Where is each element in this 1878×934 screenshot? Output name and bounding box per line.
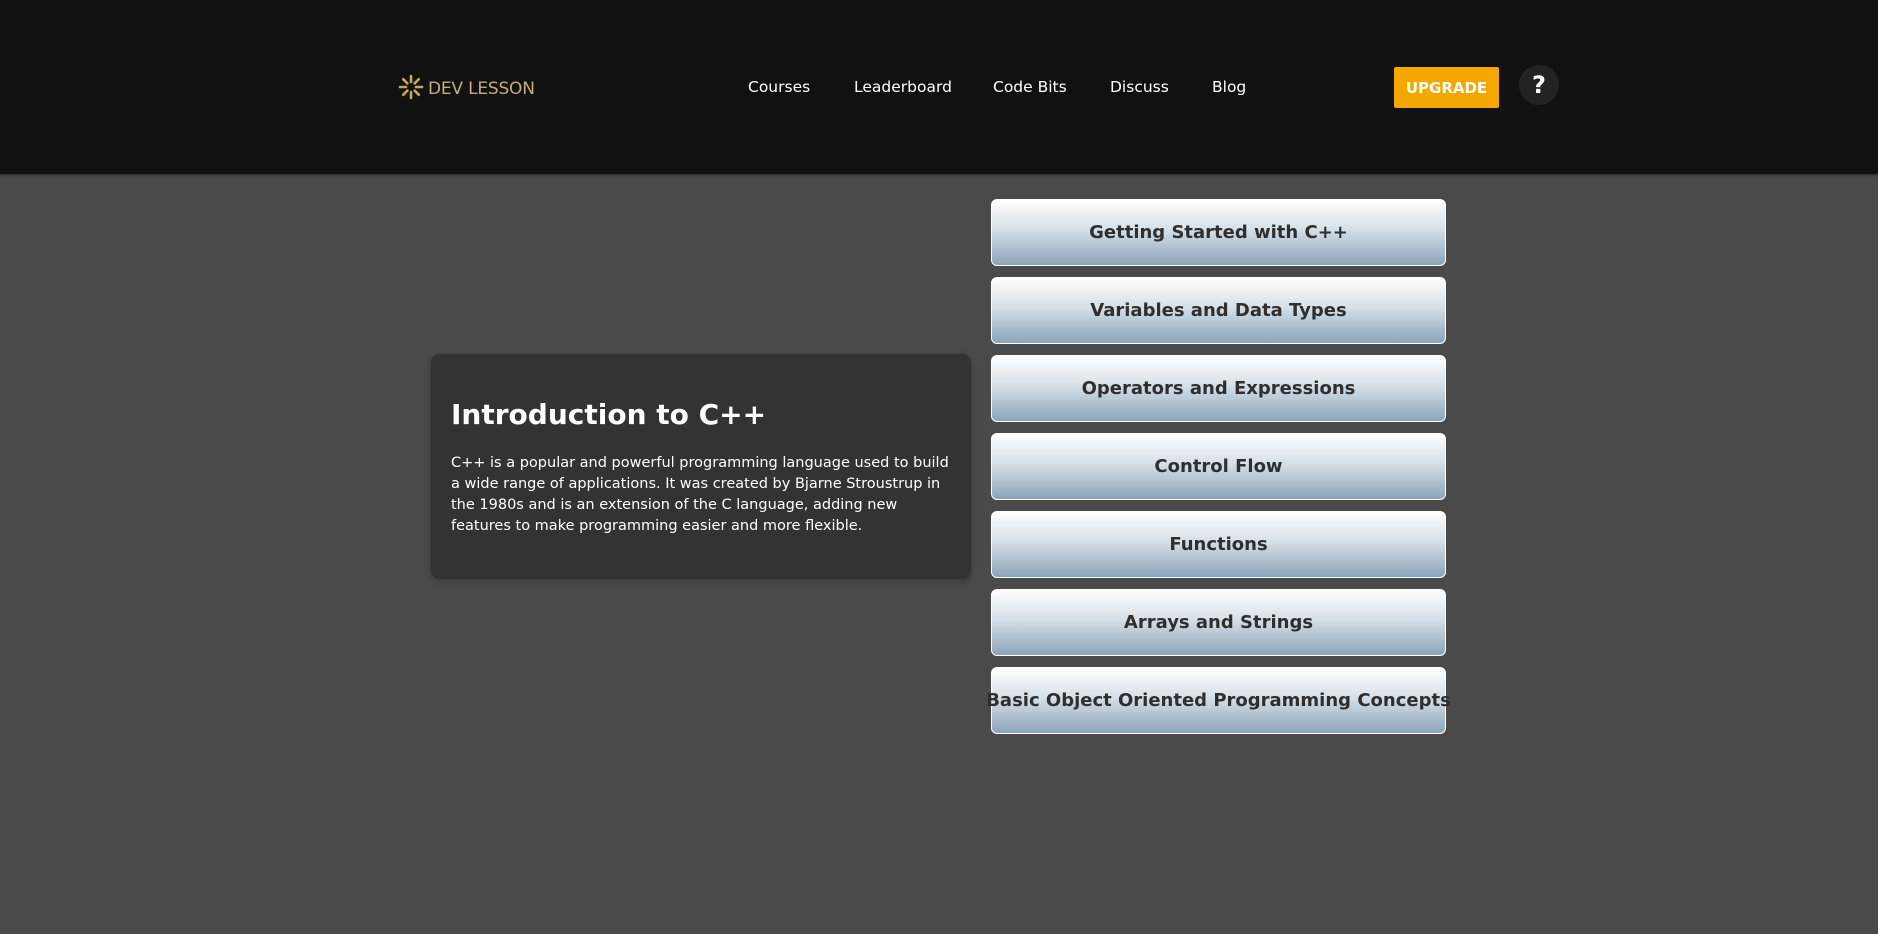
nav-item-blog[interactable]: Blog bbox=[1212, 78, 1246, 96]
logo-text: DEV LESSON bbox=[428, 79, 535, 99]
lesson-button-basic-oop-concepts[interactable]: Basic Object Oriented Programming Concep… bbox=[986, 667, 1451, 734]
intro-description: C++ is a popular and powerful programmin… bbox=[451, 455, 949, 534]
site-logo[interactable]: DEV LESSON bbox=[398, 74, 535, 104]
lesson-button-functions[interactable]: Functions bbox=[991, 511, 1446, 578]
lesson-button-variables-data-types[interactable]: Variables and Data Types bbox=[991, 277, 1446, 344]
help-button[interactable]: ? bbox=[1519, 65, 1559, 105]
lesson-button-getting-started[interactable]: Getting Started with C++ bbox=[991, 199, 1446, 266]
intro-card: Introduction to C++ C++ is a popular and… bbox=[431, 354, 971, 579]
nav-item-courses[interactable]: Courses bbox=[748, 78, 810, 96]
intro-title: Introduction to C++ bbox=[451, 398, 767, 431]
sunburst-logo-icon bbox=[398, 74, 424, 104]
question-mark-icon: ? bbox=[1532, 71, 1546, 99]
lesson-button-operators-expressions[interactable]: Operators and Expressions bbox=[991, 355, 1446, 422]
top-header: DEV LESSON Courses Leaderboard Code Bits… bbox=[0, 0, 1878, 174]
nav-item-code-bits[interactable]: Code Bits bbox=[993, 78, 1067, 96]
lesson-list: Getting Started with C++ Variables and D… bbox=[986, 199, 1451, 745]
lesson-button-control-flow[interactable]: Control Flow bbox=[991, 433, 1446, 500]
nav-item-discuss[interactable]: Discuss bbox=[1110, 78, 1169, 96]
lesson-button-arrays-strings[interactable]: Arrays and Strings bbox=[991, 589, 1446, 656]
nav-item-leaderboard[interactable]: Leaderboard bbox=[854, 78, 952, 96]
upgrade-button[interactable]: UPGRADE bbox=[1394, 67, 1499, 108]
